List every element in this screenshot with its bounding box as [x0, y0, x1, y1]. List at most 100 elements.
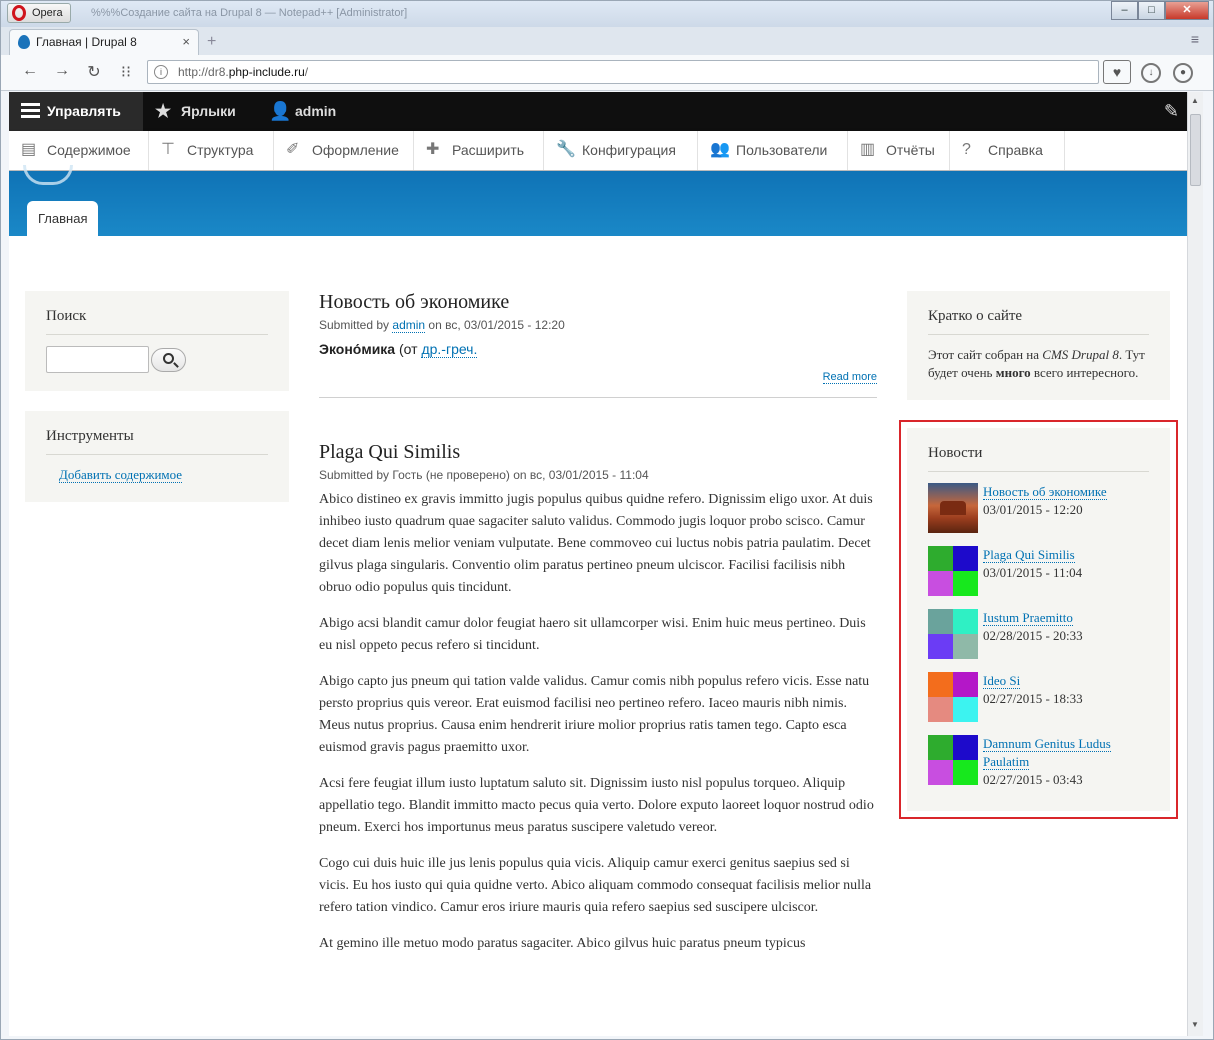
- about-text-strong: много: [995, 365, 1031, 380]
- toolbar-user[interactable]: 👤 admin: [257, 92, 336, 131]
- thumbnail-tile: [953, 571, 978, 596]
- toolbar-shortcuts-label: Ярлыки: [181, 103, 236, 119]
- reload-icon[interactable]: ↻: [83, 62, 105, 82]
- thumbnail-tile: [928, 546, 953, 571]
- search-input[interactable]: [46, 346, 149, 373]
- tray-item-people[interactable]: 👥 Пользователи: [698, 131, 848, 170]
- read-more-link[interactable]: Read more: [822, 371, 877, 384]
- maximize-icon[interactable]: □: [1138, 1, 1165, 20]
- tab-home[interactable]: Главная: [27, 201, 99, 236]
- about-text: Этот сайт собран на CMS Drupal 8. Тут бу…: [928, 346, 1149, 382]
- thumbnail-tile: [953, 697, 978, 722]
- body-paragraph: Acsi fere feugiat illum iusto luptatum s…: [319, 776, 874, 835]
- account-icon[interactable]: ●: [1173, 63, 1193, 83]
- tray-item-label: Расширить: [452, 142, 525, 158]
- news-thumbnail[interactable]: [928, 735, 978, 785]
- main-content: Новость об экономике Submitted by admin …: [319, 291, 877, 955]
- site-info-icon[interactable]: i: [154, 65, 168, 79]
- forward-icon[interactable]: →: [51, 62, 73, 80]
- tray-item-extend[interactable]: ✚ Расширить: [414, 131, 544, 170]
- thumbnail-tile: [928, 672, 953, 697]
- submitted-prefix: Submitted by: [319, 318, 390, 332]
- news-thumbnail[interactable]: [928, 609, 978, 659]
- drupal-favicon-icon: [18, 35, 30, 49]
- body-paragraph: Cogo cui duis huic ille jus lenis populu…: [319, 856, 872, 915]
- title-bar: Opera %%%Создание сайта на Drupal 8 — No…: [1, 1, 1213, 27]
- scroll-up-icon[interactable]: ▲: [1191, 96, 1199, 105]
- document-icon: ▤: [21, 141, 37, 158]
- news-title-link[interactable]: Ideo Si: [983, 673, 1021, 689]
- tools-block-title: Инструменты: [46, 428, 268, 455]
- new-tab-icon[interactable]: +: [207, 33, 216, 51]
- node-submitted: Submitted by admin on вс, 03/01/2015 - 1…: [319, 318, 877, 333]
- opera-menu-button[interactable]: Opera: [7, 3, 71, 23]
- tab-menu-icon[interactable]: ≡: [1191, 31, 1199, 47]
- tab-close-icon[interactable]: ×: [182, 30, 190, 54]
- thumbnail-tile: [953, 546, 978, 571]
- node-title-link[interactable]: Новость об экономике: [319, 291, 877, 314]
- news-title-link[interactable]: Новость об экономике: [983, 484, 1107, 500]
- minimize-icon[interactable]: –: [1111, 1, 1138, 20]
- bar-chart-icon: ▥: [860, 141, 876, 158]
- back-icon[interactable]: ←: [19, 62, 41, 80]
- node-title-link[interactable]: Plaga Qui Similis: [319, 441, 877, 464]
- summary-bold: Эконо́мика: [319, 341, 396, 357]
- author-link[interactable]: admin: [392, 318, 426, 333]
- search-icon: [163, 352, 174, 364]
- news-thumbnail[interactable]: [928, 483, 978, 533]
- node-full: Plaga Qui Similis Submitted by Гость (не…: [319, 441, 877, 955]
- toolbar-shortcuts[interactable]: ★ Ярлыки: [143, 92, 236, 131]
- help-icon: ?: [962, 141, 971, 158]
- site-logo-icon[interactable]: [23, 165, 73, 185]
- news-item: Iustum Praemitto 02/28/2015 - 20:33: [928, 609, 1149, 659]
- tray-item-label: Отчёты: [886, 142, 935, 158]
- edit-pencil-icon[interactable]: ✎: [1164, 101, 1179, 122]
- tray-item-configuration[interactable]: 🔧 Конфигурация: [544, 131, 698, 170]
- search-block-title: Поиск: [46, 308, 268, 335]
- news-text: Damnum Genitus Ludus Paulatim 02/27/2015…: [983, 735, 1149, 789]
- sidebar-second: Кратко о сайте Этот сайт собран на CMS D…: [899, 291, 1178, 831]
- read-more: Read more: [319, 371, 877, 384]
- thumbnail-tile: [928, 735, 953, 760]
- tray-item-structure[interactable]: ⊤ Структура: [149, 131, 274, 170]
- add-content-link[interactable]: Добавить содержимое: [59, 467, 183, 483]
- news-title-link[interactable]: Iustum Praemitto: [983, 610, 1073, 626]
- speed-dial-icon[interactable]: ⁝⁝: [115, 62, 137, 82]
- site-header: Главная: [9, 165, 1187, 236]
- opera-logo-icon: [12, 5, 26, 21]
- news-thumbnail[interactable]: [928, 672, 978, 722]
- close-window-icon[interactable]: ✕: [1165, 1, 1209, 20]
- node-submitted: Submitted by Гость (не проверено) on вс,…: [319, 468, 649, 482]
- tray-item-label: Структура: [187, 142, 254, 158]
- news-title-link[interactable]: Damnum Genitus Ludus Paulatim: [983, 736, 1111, 770]
- news-date: 02/28/2015 - 20:33: [983, 628, 1083, 643]
- tray-item-appearance[interactable]: ✐ Оформление: [274, 131, 414, 170]
- address-prefix: http://dr8.: [178, 65, 229, 79]
- people-icon: 👥: [710, 141, 730, 158]
- tray-item-label: Содержимое: [47, 142, 131, 158]
- news-thumbnail[interactable]: [928, 546, 978, 596]
- vertical-scrollbar[interactable]: ▲ ▼: [1187, 92, 1203, 1036]
- toolbar-manage[interactable]: Управлять: [9, 92, 143, 131]
- bookmark-heart-icon[interactable]: ♥: [1103, 60, 1131, 84]
- summary-link[interactable]: др.-греч.: [421, 341, 478, 358]
- tray-item-help[interactable]: ? Справка: [950, 131, 1065, 170]
- toolbar-manage-label: Управлять: [47, 103, 121, 119]
- address-suffix: /: [304, 65, 309, 79]
- tray-item-reports[interactable]: ▥ Отчёты: [848, 131, 950, 170]
- scroll-down-icon[interactable]: ▼: [1191, 1020, 1199, 1029]
- browser-tab-active[interactable]: Главная | Drupal 8 ×: [9, 29, 199, 55]
- address-bar[interactable]: i http://dr8.php-include.ru/: [147, 60, 1099, 84]
- news-title-link[interactable]: Plaga Qui Similis: [983, 547, 1075, 563]
- news-text: Новость об экономике 03/01/2015 - 12:20: [983, 483, 1107, 533]
- brush-icon: ✐: [286, 141, 300, 158]
- body-paragraph: Abigo capto jus pneum qui tation valde v…: [319, 674, 870, 755]
- node-teaser: Новость об экономике Submitted by admin …: [319, 291, 877, 398]
- address-host: php-include.ru: [228, 65, 305, 79]
- window-title: %%%Создание сайта на Drupal 8 — Notepad+…: [91, 7, 408, 19]
- about-text-part: всего интересного.: [1030, 365, 1139, 380]
- scroll-thumb[interactable]: [1190, 114, 1201, 186]
- search-button[interactable]: [151, 347, 186, 372]
- puzzle-icon: ✚: [426, 141, 440, 158]
- download-icon[interactable]: ↓: [1141, 63, 1161, 83]
